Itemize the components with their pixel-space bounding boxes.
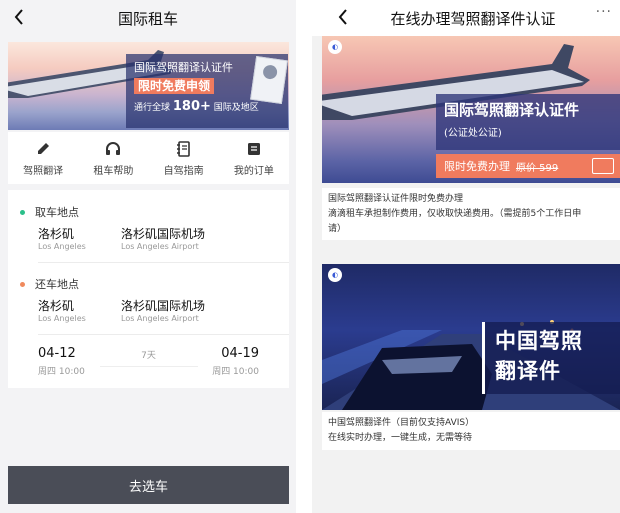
pickup-place: 洛杉矶国际机场 xyxy=(121,227,206,241)
menu-item-self-drive-guide[interactable]: 自驾指南 xyxy=(149,132,219,184)
booking-card: 取车地点 洛杉矶 Los Angeles 洛杉矶国际机场 Los Angeles… xyxy=(8,190,289,388)
pickup-dot xyxy=(20,209,25,215)
divider xyxy=(38,262,289,263)
license-document-image xyxy=(250,55,288,105)
headset-icon xyxy=(104,140,122,158)
app-logo-icon: ◐ xyxy=(328,268,342,282)
original-price: 原价 599 xyxy=(516,162,559,174)
dropoff-location[interactable]: 还车地点 洛杉矶 Los Angeles 洛杉矶国际机场 Los Angeles… xyxy=(8,266,289,336)
divider xyxy=(38,334,289,335)
pickup-city-en: Los Angeles xyxy=(38,242,86,251)
screen-separator xyxy=(296,0,312,513)
license-service-screen: 在线办理驾照翻译件认证 ··· ◐ 国际驾照翻译认证件 (公证处公证) 限时免费… xyxy=(312,0,620,513)
cash-icon xyxy=(592,158,614,174)
banner-line2: 限时免费申领 xyxy=(134,78,215,94)
dropoff-date[interactable]: 04-19 xyxy=(221,346,259,361)
select-car-button[interactable]: 去选车 xyxy=(8,466,289,504)
dropoff-place: 洛杉矶国际机场 xyxy=(121,299,206,313)
banner-title: 国际驾照翻译认证件 xyxy=(444,101,580,119)
menu-item-license-translation[interactable]: 驾照翻译 xyxy=(8,132,78,184)
rental-screen: 国际租车 国际驾照翻译认证件 限时免费申领 通行全球 180+ 国际及地区 驾照… xyxy=(0,0,296,513)
intl-license-banner[interactable]: ◐ 国际驾照翻译认证件 (公证处公证) 限时免费办理 原价 599 xyxy=(322,36,620,183)
quick-menu: 驾照翻译 租车帮助 自驾指南 我的订单 xyxy=(8,132,289,184)
app-logo-icon: ◐ xyxy=(328,40,342,54)
notebook-icon xyxy=(175,140,193,158)
page-title: 国际租车 xyxy=(117,10,178,28)
cn-license-banner[interactable]: ◐ 中国驾照 翻译件 xyxy=(322,264,620,410)
banner-text-box: 中国驾照 翻译件 xyxy=(482,322,620,394)
banner-title-line2: 翻译件 xyxy=(495,359,561,383)
dropoff-place-en: Los Angeles Airport xyxy=(121,314,199,323)
pickup-time: 周四 10:00 xyxy=(38,367,85,377)
intl-license-description: 国际驾照翻译认证件限时免费办理 滴滴租车承担制作费用，仅收取快递费用。（需提前5… xyxy=(322,188,620,240)
pickup-place-en: Los Angeles Airport xyxy=(121,242,199,251)
pickup-title: 取车地点 xyxy=(35,206,79,219)
banner-title-line1: 中国驾照 xyxy=(495,329,583,353)
pickup-city: 洛杉矶 xyxy=(38,227,75,241)
pickup-location[interactable]: 取车地点 洛杉矶 Los Angeles 洛杉矶国际机场 Los Angeles… xyxy=(8,194,289,264)
promo-banner[interactable]: 国际驾照翻译认证件 限时免费申领 通行全球 180+ 国际及地区 xyxy=(8,42,289,130)
page-title: 在线办理驾照翻译件认证 xyxy=(390,10,556,28)
more-button[interactable]: ··· xyxy=(596,4,612,20)
banner-subtitle: (公证处公证) xyxy=(444,128,502,139)
dropoff-city: 洛杉矶 xyxy=(38,299,75,313)
menu-item-my-orders[interactable]: 我的订单 xyxy=(219,132,289,184)
dropoff-title: 还车地点 xyxy=(35,278,79,291)
navbar: 国际租车 xyxy=(0,0,296,36)
promo-tag-text: 限时免费办理 xyxy=(444,160,510,173)
dropoff-time: 周四 10:00 xyxy=(212,367,259,377)
dropoff-city-en: Los Angeles xyxy=(38,314,86,323)
promo-tag: 限时免费办理 原价 599 xyxy=(436,154,620,178)
navbar: 在线办理驾照翻译件认证 ··· xyxy=(312,0,620,36)
receipt-icon xyxy=(245,140,263,158)
cn-license-description: 中国驾照翻译件（目前仅支持AVIS） 在线实时办理，一键生成，无需等待 xyxy=(322,412,620,450)
menu-item-rental-help[interactable]: 租车帮助 xyxy=(78,132,148,184)
pencil-icon xyxy=(34,140,52,158)
dropoff-dot xyxy=(20,281,25,287)
duration-line xyxy=(100,366,198,367)
banner-text-box: 国际驾照翻译认证件 (公证处公证) xyxy=(436,94,620,150)
